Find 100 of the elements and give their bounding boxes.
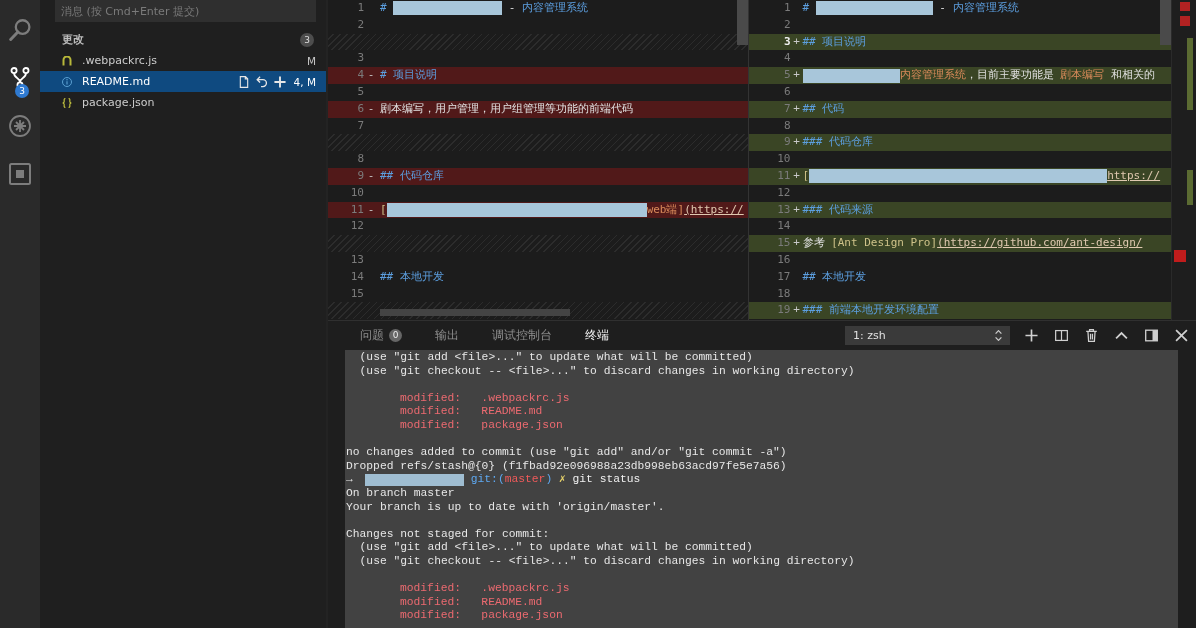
terminal-command: git:(master) ✗ git status <box>470 473 641 487</box>
diff-marker: + <box>793 302 800 319</box>
terminal-line: On branch master <box>346 486 455 501</box>
scrollbar-thumb[interactable] <box>380 309 570 316</box>
terminal-line: (use "git add <file>..." to update what will be committed) <box>359 351 753 365</box>
line-number: 13 <box>350 251 364 268</box>
trash-icon <box>1084 329 1098 342</box>
line-number: 5 <box>357 84 364 100</box>
extensions-icon[interactable] <box>9 163 31 185</box>
scrollbar-thumb[interactable] <box>736 0 748 45</box>
line-number: 9 <box>357 167 364 184</box>
code-text: - 内容管理系统 <box>507 0 589 16</box>
code-text: [ <box>380 201 387 218</box>
line-number: 10 <box>350 184 364 201</box>
line-number: 9 <box>783 134 791 151</box>
line-number: 1 <box>357 0 364 16</box>
code-text: # <box>802 0 811 16</box>
section-title: 更改 <box>62 33 84 47</box>
commit-message-field[interactable]: 消息 (按 Cmd+Enter 提交) <box>55 0 316 22</box>
chevron-up-icon <box>1114 329 1128 342</box>
terminal-dropdown[interactable]: 1: zsh <box>845 326 1010 345</box>
terminal-line: (use "git checkout -- <file>..." to discard changes in working directory) <box>359 364 855 379</box>
line-number: 10 <box>777 151 791 168</box>
diff-marker: + <box>793 167 800 184</box>
line-number: 3 <box>357 50 364 67</box>
open-file-button[interactable] <box>237 75 250 88</box>
file-item[interactable]: README.md 4, M <box>40 71 326 92</box>
scrollbar-thumb[interactable] <box>1160 0 1171 45</box>
line-number: 13 <box>777 201 791 218</box>
line-number: 11 <box>350 201 364 218</box>
terminal-line: Changes not staged for commit: <box>346 527 550 542</box>
file-item[interactable]: .webpackrc.js M <box>40 50 326 71</box>
code-text: 内容管理系统，目前主要功能是 剧本编写 和相关的 <box>899 67 1155 84</box>
line-number: 6 <box>783 84 791 100</box>
code-text: # 项目说明 <box>380 67 438 84</box>
terminal-line: modified: package.json <box>400 609 563 623</box>
diff-marker: + <box>793 134 800 151</box>
panel-layout-icon <box>1144 329 1158 342</box>
line-number: 15 <box>350 285 364 302</box>
diff-marker: + <box>793 100 800 117</box>
terminal-line: modified: README.md <box>400 405 543 419</box>
code-text: ## 代码 <box>802 100 845 117</box>
code-text: ## 本地开发 <box>380 268 444 285</box>
line-number: 8 <box>357 151 364 168</box>
stage-button[interactable] <box>273 75 286 88</box>
debug-icon[interactable] <box>9 115 31 137</box>
terminal-line: (use "git add <file>..." to update what will be committed) <box>359 541 753 555</box>
line-number: 1 <box>783 0 791 16</box>
line-number: 14 <box>777 218 791 235</box>
line-number: 11 <box>777 167 791 184</box>
code-text: ## 本地开发 <box>802 268 867 285</box>
diff-marker: - <box>367 167 375 184</box>
line-number: 18 <box>777 285 791 302</box>
code-text: ## 项目说明 <box>802 33 867 50</box>
undo-icon <box>255 75 268 88</box>
terminal-line: modified: README.md <box>400 595 543 610</box>
code-text: 剧本编写，用户管理，用户组管理等功能的前端代码 <box>380 100 633 117</box>
prompt-symbol: → <box>346 473 353 487</box>
line-number: 17 <box>777 268 791 285</box>
line-number: 6 <box>357 100 364 117</box>
file-item[interactable]: package.json <box>40 92 326 113</box>
terminal-line: Dropped refs/stash@{0} (f1fbad92e096988a23db998eb63acd97fe5e7a56) <box>346 459 787 474</box>
updown-caret-icon <box>995 330 1002 341</box>
file-icon <box>62 55 72 66</box>
terminal-line: no changes added to commit (use "git add" and/or "git commit -a") <box>346 446 787 460</box>
line-number: 14 <box>350 268 364 285</box>
diff-marker: + <box>793 235 800 252</box>
braces-icon <box>62 97 72 108</box>
panel-tab[interactable]: 终端 <box>581 328 613 343</box>
code-text: ### 代码仓库 <box>802 134 873 151</box>
code-text: - 内容管理系统 <box>938 0 1019 16</box>
diff-marker: + <box>793 201 800 218</box>
code-text: web端](https:// <box>646 201 744 218</box>
terminal-line: modified: .webpackrc.js <box>400 582 570 596</box>
count-badge: 3 <box>15 84 29 98</box>
line-number: 19 <box>777 302 791 319</box>
line-number: 7 <box>783 100 791 117</box>
panel-tab[interactable]: 问题 0 <box>356 328 406 343</box>
terminal-line: modified: package.json <box>400 418 563 433</box>
diff-marker: - <box>367 67 375 84</box>
panel-tab[interactable]: 输出 <box>431 328 463 343</box>
code-text: ## 代码仓库 <box>380 167 444 184</box>
code-text: 参考 [Ant Design Pro](https://github.com/ant-design/ <box>802 235 1143 252</box>
terminal-line: (use "git checkout -- <file>..." to discard changes in working directory) <box>359 554 855 569</box>
line-number: 3 <box>783 33 791 50</box>
addition-mark-icon <box>1187 170 1193 205</box>
panel-tab[interactable]: 调试控制台 <box>488 328 556 343</box>
search-icon[interactable] <box>9 19 31 41</box>
code-text: https:// <box>1107 167 1161 184</box>
diff-marker: + <box>793 67 800 84</box>
plus-icon <box>273 75 286 88</box>
line-number: 7 <box>357 117 364 134</box>
line-number: 12 <box>777 184 791 201</box>
plus-icon <box>1024 329 1038 342</box>
discard-button[interactable] <box>255 75 268 88</box>
count-badge: 3 <box>300 33 314 47</box>
line-number: 16 <box>777 251 791 268</box>
line-number: 2 <box>357 16 364 33</box>
line-number: 4 <box>357 67 364 84</box>
line-number: 2 <box>783 16 791 33</box>
